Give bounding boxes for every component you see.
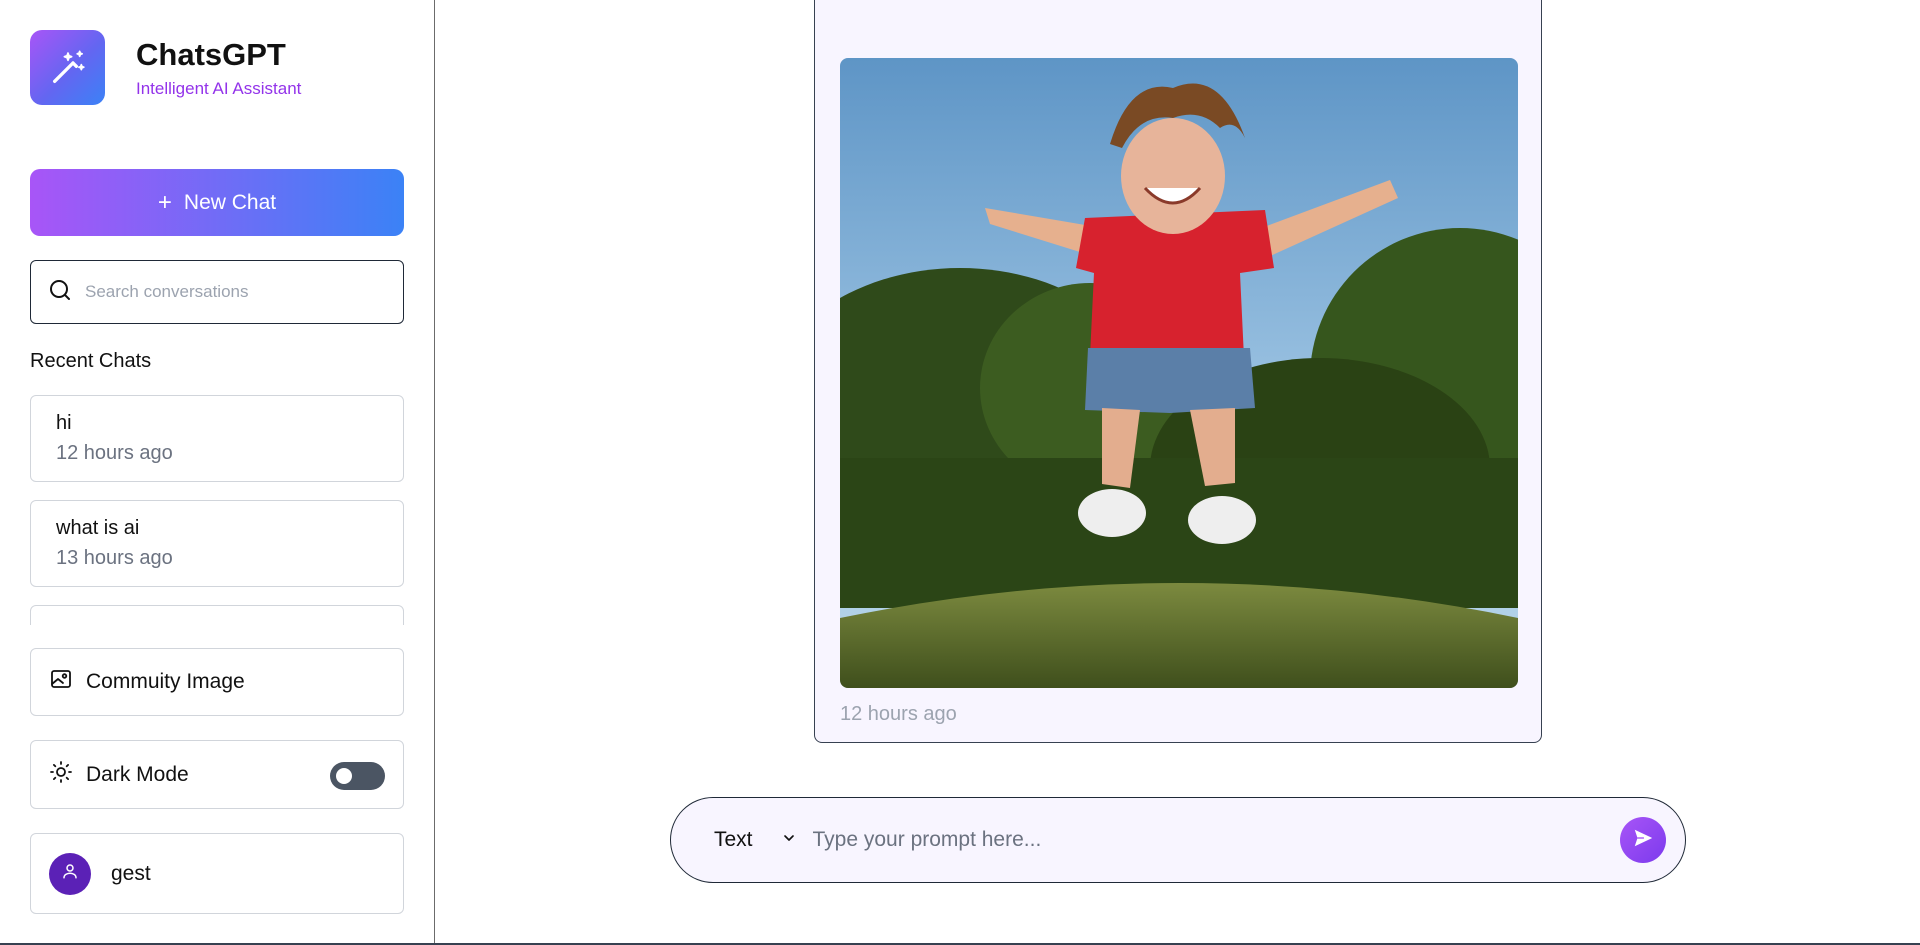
user-name: gest <box>111 861 151 885</box>
brand: ChatsGPT Intelligent AI Assistant <box>30 30 301 105</box>
chat-time: 13 hours ago <box>56 547 173 569</box>
recent-chats-heading: Recent Chats <box>30 350 152 372</box>
app: ChatsGPT Intelligent AI Assistant + New … <box>0 0 1920 945</box>
chat-time: 12 hours ago <box>56 442 173 464</box>
chat-list[interactable]: hi 12 hours ago what is ai 13 hours ago <box>30 395 404 625</box>
mode-label: Text <box>714 828 753 851</box>
community-image-label: Commuity Image <box>86 670 245 693</box>
brand-text: ChatsGPT Intelligent AI Assistant <box>136 36 301 99</box>
community-image-button[interactable]: Commuity Image <box>30 648 404 716</box>
image-message: 12 hours ago <box>814 0 1542 743</box>
user-icon <box>61 862 79 886</box>
search-icon <box>48 278 72 307</box>
dark-mode-row: Dark Mode <box>30 740 404 809</box>
chat-title: hi <box>56 412 72 434</box>
new-chat-label: New Chat <box>183 190 277 214</box>
user-profile[interactable]: gest <box>30 833 404 914</box>
mode-select[interactable]: Text <box>714 828 797 852</box>
search-box <box>30 260 404 324</box>
toggle-knob <box>336 768 352 784</box>
app-subtitle: Intelligent AI Assistant <box>136 79 302 99</box>
sun-icon <box>49 760 73 790</box>
app-title: ChatsGPT <box>136 36 286 72</box>
search-input[interactable] <box>85 282 385 302</box>
new-chat-button[interactable]: + New Chat <box>30 169 404 236</box>
message-time: 12 hours ago <box>840 703 957 725</box>
chevron-down-icon <box>781 830 797 851</box>
magic-wand-icon <box>30 30 105 105</box>
image-icon <box>49 667 73 697</box>
generated-image <box>840 58 1518 688</box>
chat-item[interactable]: what is ai 13 hours ago <box>30 500 404 587</box>
chat-title: what is ai <box>56 517 140 539</box>
chat-item[interactable] <box>30 605 404 625</box>
prompt-composer: Text <box>670 797 1686 883</box>
sidebar: ChatsGPT Intelligent AI Assistant + New … <box>0 0 435 945</box>
send-icon <box>1632 827 1654 854</box>
avatar <box>49 852 91 895</box>
dark-mode-label: Dark Mode <box>86 762 189 786</box>
chat-item[interactable]: hi 12 hours ago <box>30 395 404 482</box>
send-button[interactable] <box>1620 817 1666 863</box>
plus-icon: + <box>157 188 172 216</box>
dark-mode-toggle[interactable] <box>330 762 385 790</box>
prompt-input[interactable] <box>812 828 1593 852</box>
